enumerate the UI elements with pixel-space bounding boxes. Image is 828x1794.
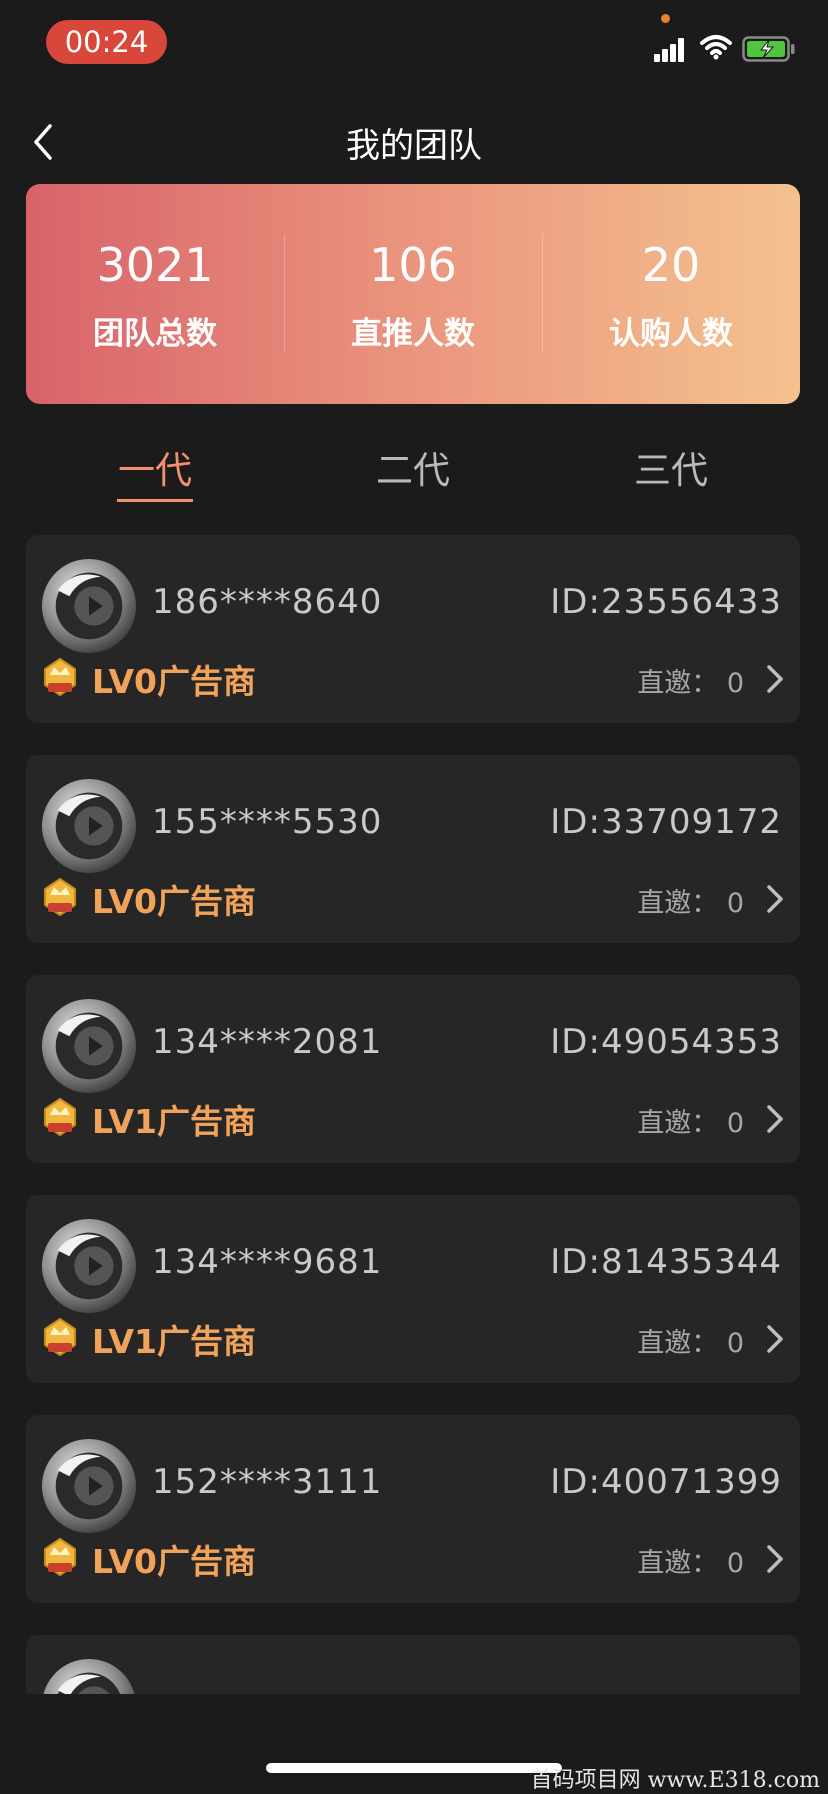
direct-invite: 直邀： 0: [637, 661, 744, 700]
stat-value: 106: [369, 238, 457, 292]
chevron-right-icon[interactable]: [764, 663, 786, 695]
member-phone: 134****2081: [152, 1022, 383, 1062]
watermark-text: 首码项目网 www.E318.com: [530, 1768, 820, 1793]
stat-subscribers: 20 认购人数: [542, 184, 800, 404]
camera-indicator-dot: [661, 14, 670, 23]
stat-direct-referrals: 106 直推人数: [284, 184, 542, 404]
member-phone: 155****5530: [152, 802, 383, 842]
direct-invite-count: 0: [726, 668, 744, 699]
chevron-right-icon[interactable]: [764, 1323, 786, 1355]
cellular-signal-icon: [654, 38, 684, 62]
member-id: ID:40071399: [550, 1462, 782, 1502]
member-id: ID:23556433: [550, 582, 782, 622]
team-stats-card: 3021 团队总数 106 直推人数 20 认购人数: [26, 184, 800, 404]
tab-third-generation[interactable]: 三代: [542, 440, 800, 502]
stat-team-total: 3021 团队总数: [26, 184, 284, 404]
member-card[interactable]: 134****9681 ID:81435344 LV1广告商 直邀： 0: [26, 1195, 800, 1383]
stat-value: 3021: [96, 238, 214, 292]
member-phone: 134****9681: [152, 1242, 383, 1282]
stat-label: 直推人数: [351, 316, 475, 352]
status-time: 00:24: [46, 20, 167, 64]
member-id: ID:49054353: [550, 1022, 782, 1062]
chevron-right-icon[interactable]: [764, 1543, 786, 1575]
member-card[interactable]: 134****2081 ID:49054353 LV1广告商 直邀： 0: [26, 975, 800, 1163]
member-list[interactable]: 186****8640 ID:23556433 LV0广告商 直邀： 0 155…: [26, 535, 800, 1695]
direct-invite-label: 直邀：: [637, 888, 719, 919]
home-indicator[interactable]: [266, 1763, 562, 1773]
member-level: LV1广告商: [92, 1102, 256, 1141]
member-id: ID:81435344: [550, 1242, 782, 1282]
direct-invite-count: 0: [726, 1548, 744, 1579]
tab-second-generation[interactable]: 二代: [284, 440, 542, 502]
generation-tabs: 一代 二代 三代: [26, 440, 800, 502]
direct-invite-label: 直邀：: [637, 668, 719, 699]
chevron-right-icon[interactable]: [764, 883, 786, 915]
stat-label: 团队总数: [93, 316, 217, 352]
member-level: LV0广告商: [92, 882, 256, 921]
direct-invite-count: 0: [726, 1108, 744, 1139]
member-phone: 152****3111: [152, 1462, 383, 1502]
avatar: [40, 997, 138, 1095]
member-phone: 186****8640: [152, 582, 383, 622]
level-medal-icon: [42, 1097, 78, 1137]
direct-invite: 直邀： 0: [637, 1101, 744, 1140]
level-medal-icon: [42, 1317, 78, 1357]
avatar: [40, 1217, 138, 1315]
direct-invite-label: 直邀：: [637, 1108, 719, 1139]
stat-value: 20: [641, 238, 701, 292]
member-card[interactable]: 186****8640 ID:23556433 LV0广告商 直邀： 0: [26, 535, 800, 723]
stat-label: 认购人数: [609, 316, 733, 352]
member-level: LV0广告商: [92, 662, 256, 701]
level-medal-icon: [42, 657, 78, 697]
member-card[interactable]: 152****3111 ID:40071399 LV0广告商 直邀： 0: [26, 1415, 800, 1603]
direct-invite-count: 0: [726, 888, 744, 919]
avatar: [40, 557, 138, 655]
wifi-icon: [700, 35, 732, 60]
member-card[interactable]: [26, 1635, 800, 1695]
direct-invite-count: 0: [726, 1328, 744, 1359]
direct-invite: 直邀： 0: [637, 1541, 744, 1580]
level-medal-icon: [42, 877, 78, 917]
direct-invite: 直邀： 0: [637, 1321, 744, 1360]
battery-charging-icon: [742, 36, 795, 62]
avatar: [40, 777, 138, 875]
direct-invite-label: 直邀：: [637, 1548, 719, 1579]
member-card[interactable]: 155****5530 ID:33709172 LV0广告商 直邀： 0: [26, 755, 800, 943]
direct-invite-label: 直邀：: [637, 1328, 719, 1359]
avatar: [40, 1437, 138, 1535]
member-id: ID:33709172: [550, 802, 782, 842]
tab-first-generation[interactable]: 一代: [26, 440, 284, 502]
level-medal-icon: [42, 1537, 78, 1577]
member-level: LV1广告商: [92, 1322, 256, 1361]
avatar: [40, 1657, 138, 1695]
chevron-right-icon[interactable]: [764, 1103, 786, 1135]
member-level: LV0广告商: [92, 1542, 256, 1581]
page-title: 我的团队: [346, 126, 482, 166]
direct-invite: 直邀： 0: [637, 881, 744, 920]
